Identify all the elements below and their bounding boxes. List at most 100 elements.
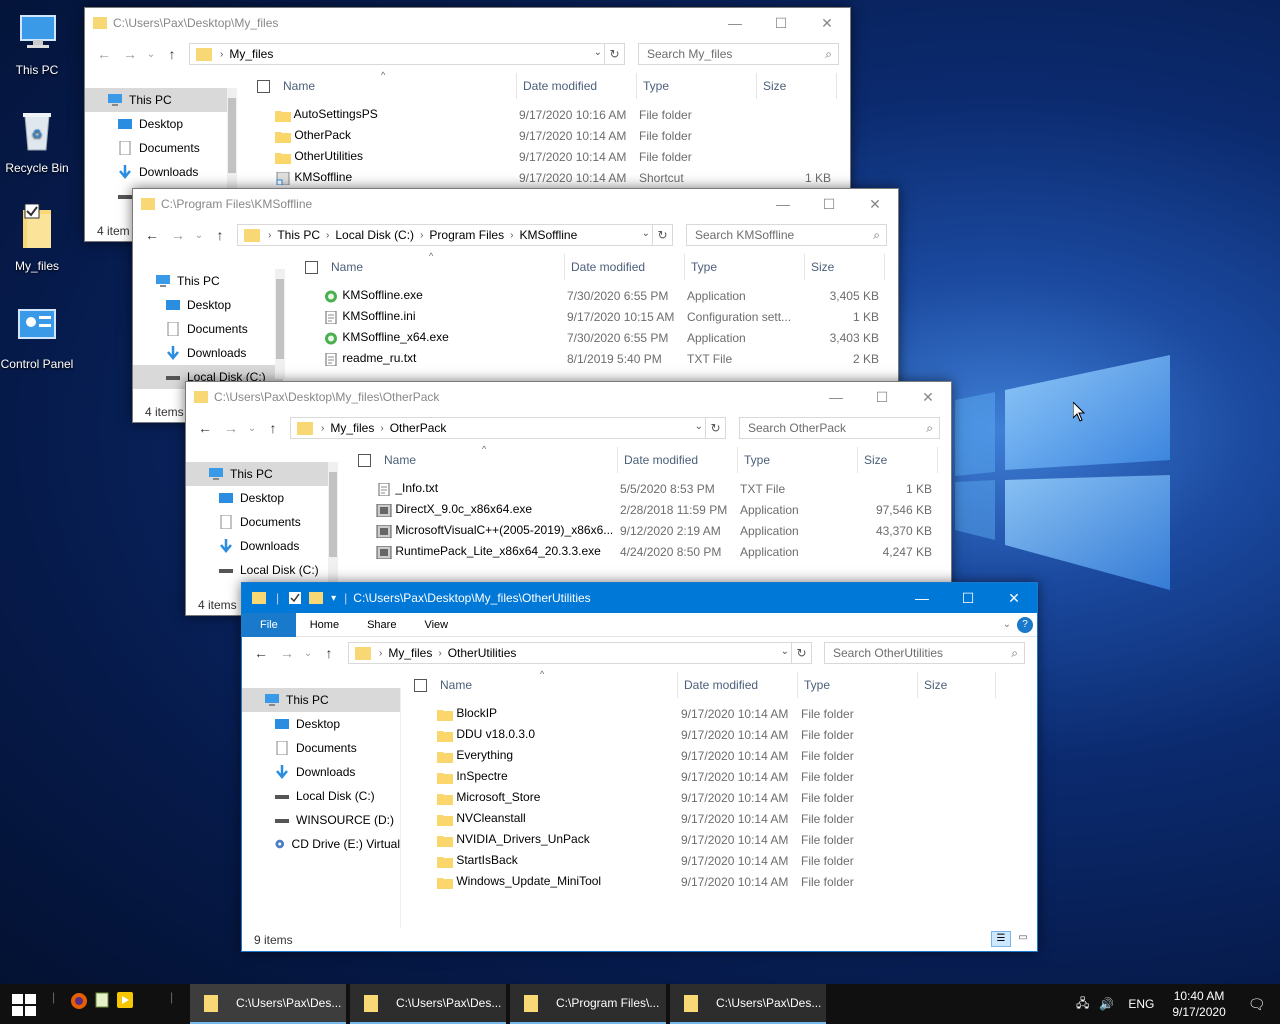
nav-downloads[interactable]: Downloads	[85, 160, 235, 184]
minimize-button[interactable]: —	[899, 583, 945, 613]
nav-documents[interactable]: Documents	[242, 736, 400, 760]
desktop-icon-this-pc[interactable]: This PC	[0, 8, 74, 77]
nav-winsource-d[interactable]: WINSOURCE (D:)	[242, 808, 400, 832]
file-row[interactable]: StartIsBack 9/17/2020 10:14 AM File folder	[437, 850, 981, 871]
nav-desktop[interactable]: Desktop	[85, 112, 235, 136]
taskbar-button-my-files[interactable]: C:\Users\Pax\Des...	[670, 984, 826, 1024]
title-bar[interactable]: | ▾ | C:\Users\Pax\Desktop\My_files\Othe…	[242, 583, 1037, 613]
close-button[interactable]: ✕	[804, 8, 850, 38]
column-name[interactable]: Name	[434, 672, 678, 698]
file-row[interactable]: KMSoffline 9/17/2020 10:14 AM Shortcut 1 KB	[275, 167, 831, 188]
file-row[interactable]: KMSoffline.exe 7/30/2020 6:55 PM Applicati…	[323, 285, 879, 306]
refresh-button[interactable]: ↻	[791, 643, 811, 663]
recent-locations-button[interactable]: ⌄	[300, 648, 316, 659]
file-row[interactable]: KMSoffline_x64.exe 7/30/2020 6:55 PM Appli…	[323, 327, 879, 348]
search-input[interactable]: Search KMSoffline ⌕	[686, 224, 887, 246]
explorer-window-otherpack[interactable]: C:\Users\Pax\Desktop\My_files\OtherPack …	[185, 381, 952, 616]
recent-locations-button[interactable]: ⌄	[191, 230, 207, 241]
start-button[interactable]	[12, 994, 36, 1016]
expand-ribbon-icon[interactable]: ⌄	[997, 613, 1017, 637]
column-size[interactable]: Size	[757, 73, 837, 99]
volume-icon[interactable]: 🔊	[1099, 997, 1114, 1011]
taskbar-button-otherpack[interactable]: C:\Users\Pax\Des...	[350, 984, 506, 1024]
address-bar[interactable]: › My_files ⌄ ↻	[189, 43, 625, 65]
file-row[interactable]: readme_ru.txt 8/1/2019 5:40 PM TXT File 2 K…	[323, 348, 879, 369]
column-size[interactable]: Size	[918, 672, 996, 698]
breadcrumb-item[interactable]: OtherPack	[384, 421, 453, 435]
column-type[interactable]: Type	[637, 73, 757, 99]
forward-button[interactable]: →	[274, 645, 300, 661]
breadcrumb-item[interactable]: KMSoffline	[513, 228, 583, 242]
maximize-button[interactable]: ☐	[758, 8, 804, 38]
nav-desktop[interactable]: Desktop	[186, 486, 336, 510]
column-date-modified[interactable]: Date modified	[565, 254, 685, 280]
minimize-button[interactable]: —	[760, 189, 806, 219]
column-name[interactable]: Name	[378, 447, 618, 473]
search-input[interactable]: Search OtherPack ⌕	[739, 417, 940, 439]
column-name[interactable]: Name	[277, 73, 517, 99]
notepad-icon[interactable]	[94, 992, 110, 1008]
breadcrumb-item[interactable]: My_files	[223, 47, 279, 61]
breadcrumb-item[interactable]: Local Disk (C:)	[329, 228, 420, 242]
address-bar[interactable]: › My_files › OtherPack ⌄ ↻	[290, 417, 726, 439]
column-size[interactable]: Size	[858, 447, 938, 473]
file-row[interactable]: OtherUtilities 9/17/2020 10:14 AM File fol…	[275, 146, 831, 167]
search-input[interactable]: Search My_files ⌕	[638, 43, 839, 65]
chevron-down-icon[interactable]: ⌄	[781, 646, 789, 657]
action-center-icon[interactable]: 🗨	[1248, 996, 1266, 1013]
media-player-icon[interactable]	[117, 992, 133, 1008]
back-button[interactable]: ←	[91, 46, 117, 62]
nav-local-disk-c[interactable]: Local Disk (C:)	[242, 784, 400, 808]
breadcrumb-item[interactable]: This PC	[271, 228, 326, 242]
details-view-icon[interactable]: ☰	[991, 931, 1011, 947]
up-button[interactable]: ↑	[207, 227, 233, 243]
network-icon[interactable]: 🖧	[1076, 994, 1089, 1015]
nav-desktop[interactable]: Desktop	[242, 712, 400, 736]
help-icon[interactable]: ?	[1017, 616, 1033, 633]
firefox-icon[interactable]	[70, 992, 88, 1010]
title-bar[interactable]: C:\Users\Pax\Desktop\My_files — ☐ ✕	[85, 8, 850, 38]
back-button[interactable]: ←	[248, 645, 274, 661]
breadcrumb-item[interactable]: Program Files	[423, 228, 510, 242]
nav-scrollbar[interactable]	[328, 462, 338, 582]
large-icons-view-icon[interactable]: ▭	[1013, 931, 1033, 947]
chevron-down-icon[interactable]: ⌄	[642, 228, 650, 239]
refresh-button[interactable]: ↻	[652, 225, 672, 245]
back-button[interactable]: ←	[139, 227, 165, 243]
desktop-icon-recycle-bin[interactable]: ♻ Recycle Bin	[0, 106, 74, 175]
explorer-window-otherutilities[interactable]: | ▾ | C:\Users\Pax\Desktop\My_files\Othe…	[241, 582, 1038, 952]
address-bar[interactable]: › This PC › Local Disk (C:) › Program Fi…	[237, 224, 673, 246]
column-size[interactable]: Size	[805, 254, 885, 280]
file-row[interactable]: NVIDIA_Drivers_UnPack 9/17/2020 10:14 AM F…	[437, 829, 981, 850]
file-row[interactable]: OtherPack 9/17/2020 10:14 AM File folder	[275, 125, 831, 146]
search-input[interactable]: Search OtherUtilities ⌕	[824, 642, 1025, 664]
nav-local-disk-c[interactable]: Local Disk (C:)	[186, 558, 336, 582]
minimize-button[interactable]: —	[712, 8, 758, 38]
file-row[interactable]: DirectX_9.0c_x86x64.exe 2/28/2018 11:59 P…	[376, 499, 932, 520]
column-date-modified[interactable]: Date modified	[517, 73, 637, 99]
nav-downloads[interactable]: Downloads	[186, 534, 336, 558]
input-language[interactable]: ENG	[1128, 997, 1154, 1011]
minimize-button[interactable]: —	[813, 382, 859, 412]
nav-desktop[interactable]: Desktop	[133, 293, 283, 317]
up-button[interactable]: ↑	[159, 46, 185, 62]
file-row[interactable]: KMSoffline.ini 9/17/2020 10:15 AM Configur…	[323, 306, 879, 327]
file-row[interactable]: BlockIP 9/17/2020 10:14 AM File folder	[437, 703, 981, 724]
chevron-down-icon[interactable]: ⌄	[695, 421, 703, 432]
file-row[interactable]: Microsoft_Store 9/17/2020 10:14 AM File fo…	[437, 787, 981, 808]
nav-documents[interactable]: Documents	[85, 136, 235, 160]
column-date-modified[interactable]: Date modified	[678, 672, 798, 698]
file-row[interactable]: AutoSettingsPS 9/17/2020 10:16 AM File fol…	[275, 104, 831, 125]
column-type[interactable]: Type	[685, 254, 805, 280]
breadcrumb-item[interactable]: OtherUtilities	[442, 646, 523, 660]
nav-documents[interactable]: Documents	[133, 317, 283, 341]
tab-view[interactable]: View	[410, 613, 462, 637]
file-row[interactable]: InSpectre 9/17/2020 10:14 AM File folder	[437, 766, 981, 787]
customize-quick-access-icon[interactable]: ▾	[331, 593, 336, 604]
nav-this-pc[interactable]: This PC	[186, 462, 336, 486]
file-row[interactable]: NVCleanstall 9/17/2020 10:14 AM File folde…	[437, 808, 981, 829]
pane-divider[interactable]	[400, 688, 401, 928]
nav-this-pc[interactable]: This PC	[85, 88, 235, 112]
up-button[interactable]: ↑	[316, 645, 342, 661]
column-type[interactable]: Type	[798, 672, 918, 698]
